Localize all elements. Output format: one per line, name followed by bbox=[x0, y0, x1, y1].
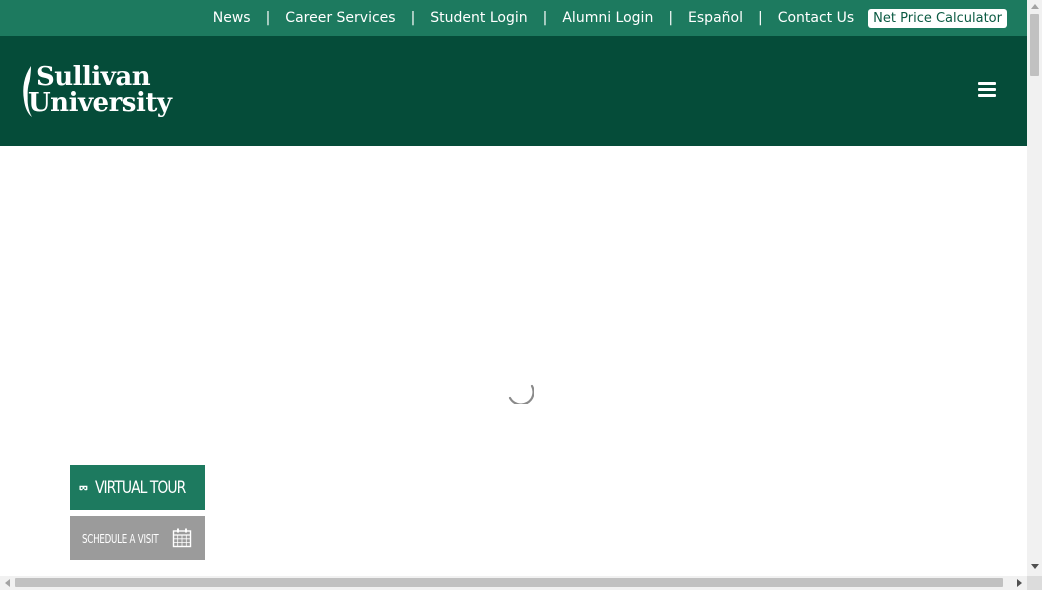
horizontal-scroll-thumb[interactable] bbox=[15, 578, 1003, 587]
browser-viewport: News | Career Services | Student Login |… bbox=[0, 0, 1027, 576]
nav-separator: | bbox=[410, 10, 416, 26]
nav-link-espanol[interactable]: Español bbox=[688, 10, 743, 26]
sullivan-university-logo[interactable]: Sullivan University bbox=[20, 62, 172, 120]
scroll-right-arrow-icon[interactable] bbox=[1017, 579, 1022, 587]
loading-spinner-icon bbox=[508, 384, 534, 404]
hamburger-menu-icon[interactable] bbox=[977, 82, 999, 100]
nav-link-career-services[interactable]: Career Services bbox=[285, 10, 395, 26]
nav-link-student-login[interactable]: Student Login bbox=[430, 10, 527, 26]
nav-link-alumni-login[interactable]: Alumni Login bbox=[562, 10, 653, 26]
logo-text-university: University bbox=[28, 88, 172, 118]
vr-headset-icon bbox=[79, 485, 88, 490]
calendar-icon bbox=[172, 528, 192, 548]
net-price-calculator-button[interactable]: Net Price Calculator bbox=[868, 8, 1007, 28]
nav-separator: | bbox=[668, 10, 674, 26]
schedule-visit-button[interactable]: SCHEDULE A VISIT bbox=[70, 516, 205, 560]
scroll-left-arrow-icon[interactable] bbox=[5, 579, 10, 587]
virtual-tour-label: VIRTUAL TOUR bbox=[94, 477, 186, 498]
scrollbar-corner bbox=[1027, 576, 1042, 590]
vertical-scroll-thumb[interactable] bbox=[1030, 14, 1039, 76]
scroll-down-arrow-icon[interactable] bbox=[1031, 564, 1039, 569]
virtual-tour-button[interactable]: VIRTUAL TOUR bbox=[70, 465, 205, 510]
horizontal-scrollbar[interactable] bbox=[0, 576, 1027, 590]
main-header: Sullivan University bbox=[0, 36, 1027, 146]
nav-link-news[interactable]: News bbox=[213, 10, 251, 26]
nav-separator: | bbox=[757, 10, 763, 26]
nav-separator: | bbox=[265, 10, 271, 26]
scroll-up-arrow-icon[interactable] bbox=[1031, 4, 1039, 9]
nav-separator: | bbox=[542, 10, 548, 26]
schedule-visit-label: SCHEDULE A VISIT bbox=[82, 532, 159, 546]
nav-link-contact-us[interactable]: Contact Us bbox=[778, 10, 854, 26]
vertical-scrollbar[interactable] bbox=[1027, 0, 1042, 576]
utility-nav-bar: News | Career Services | Student Login |… bbox=[0, 0, 1027, 36]
